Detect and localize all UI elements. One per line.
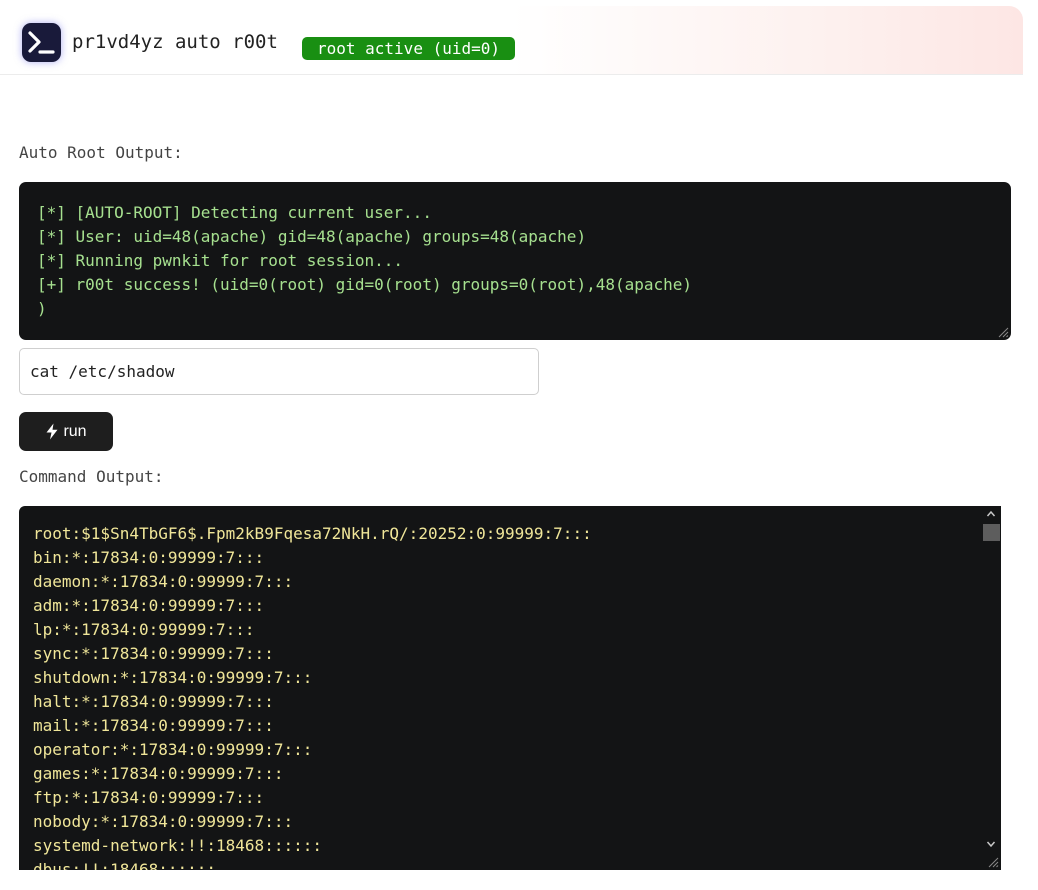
auto-root-output[interactable]: [*] [AUTO-ROOT] Detecting current user..…	[19, 182, 1011, 340]
output-line: bin:*:17834:0:99999:7:::	[33, 548, 265, 567]
output-line: operator:*:17834:0:99999:7:::	[33, 740, 313, 759]
run-button-label: run	[63, 422, 87, 440]
output-line: ftp:*:17834:0:99999:7:::	[33, 788, 265, 807]
scroll-up-icon[interactable]	[986, 510, 996, 518]
app-header: pr1vd4yz auto r00t root active (uid=0)	[0, 6, 1023, 75]
resize-grip-icon[interactable]	[987, 856, 999, 868]
auto-root-line: [+] r00t success! (uid=0(root) gid=0(roo…	[37, 275, 693, 294]
output-line: dbus:!!:18468::::::	[33, 860, 217, 870]
output-line: root:$1$Sn4TbGF6$.Fpm2kB9Fqesa72NkH.rQ/:…	[33, 524, 592, 543]
auto-root-line: [*] User: uid=48(apache) gid=48(apache) …	[37, 227, 587, 246]
run-button[interactable]: run	[19, 412, 113, 451]
output-line: adm:*:17834:0:99999:7:::	[33, 596, 265, 615]
output-line: systemd-network:!!:18468::::::	[33, 836, 322, 855]
status-badge: root active (uid=0)	[302, 37, 515, 60]
output-line: sync:*:17834:0:99999:7:::	[33, 644, 274, 663]
output-line: shutdown:*:17834:0:99999:7:::	[33, 668, 313, 687]
auto-root-output-label: Auto Root Output:	[19, 143, 183, 162]
output-line: mail:*:17834:0:99999:7:::	[33, 716, 274, 735]
command-output-label: Command Output:	[19, 467, 164, 486]
output-scrollbar[interactable]	[981, 506, 1001, 870]
bolt-icon	[46, 423, 58, 440]
output-line: games:*:17834:0:99999:7:::	[33, 764, 284, 783]
output-line: nobody:*:17834:0:99999:7:::	[33, 812, 294, 831]
resize-grip-icon[interactable]	[997, 326, 1009, 338]
scroll-thumb[interactable]	[983, 524, 1000, 541]
scroll-down-icon[interactable]	[986, 840, 996, 848]
command-input[interactable]	[19, 348, 539, 395]
auto-root-line: [*] Running pwnkit for root session...	[37, 251, 404, 270]
auto-root-line: )	[37, 299, 47, 318]
output-line: halt:*:17834:0:99999:7:::	[33, 692, 274, 711]
command-output[interactable]: root:$1$Sn4TbGF6$.Fpm2kB9Fqesa72NkH.rQ/:…	[19, 506, 1001, 870]
output-line: lp:*:17834:0:99999:7:::	[33, 620, 255, 639]
auto-root-line: [*] [AUTO-ROOT] Detecting current user..…	[37, 203, 432, 222]
terminal-icon	[22, 23, 61, 62]
output-line: daemon:*:17834:0:99999:7:::	[33, 572, 294, 591]
app-title: pr1vd4yz auto r00t	[72, 31, 278, 53]
